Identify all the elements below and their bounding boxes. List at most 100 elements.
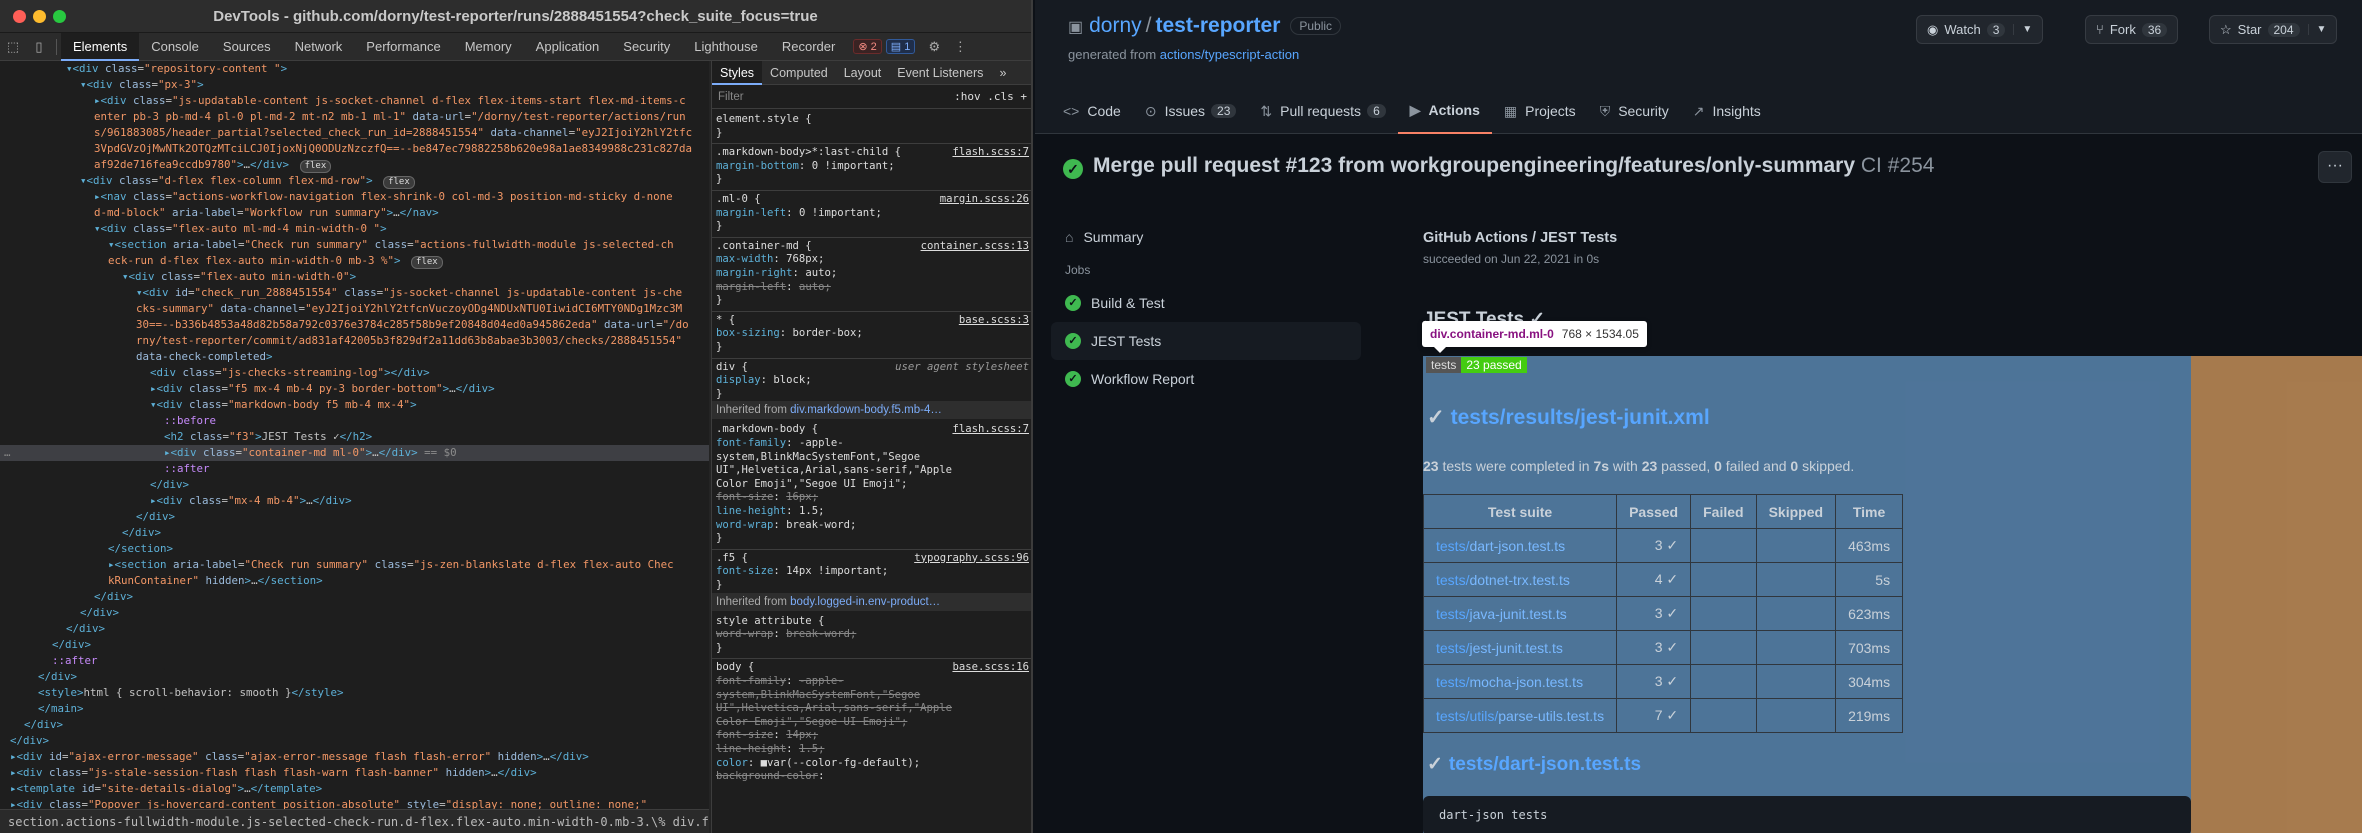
dom-node-line[interactable]: </div> bbox=[0, 669, 709, 685]
style-rule-line[interactable]: line-height: 1.5; bbox=[712, 743, 1031, 757]
style-rule-line[interactable]: max-width: 768px; bbox=[712, 253, 1031, 267]
dom-node-line[interactable]: ▾<div class="d-flex flex-column flex-md-… bbox=[0, 173, 709, 189]
rule-source-link[interactable]: typography.scss:96 bbox=[914, 552, 1029, 566]
dom-node-line[interactable]: ▾<div class="markdown-body f5 mb-4 mx-4"… bbox=[0, 397, 709, 413]
styles-subtab-styles[interactable]: Styles bbox=[712, 61, 763, 85]
dom-node-line[interactable]: 30==--b336b4853a48d82b58a792c0376e3784c2… bbox=[0, 317, 709, 333]
dom-breadcrumbs[interactable]: section.actions-fullwidth-module.js-sele… bbox=[0, 809, 709, 833]
dom-node-line[interactable]: ▾<div class="px-3"> bbox=[0, 77, 709, 93]
suite-link[interactable]: tests/jest-junit.test.ts bbox=[1436, 640, 1563, 656]
style-rule-line[interactable]: font-size: 16px; bbox=[712, 491, 1031, 505]
styles-subtab-layout[interactable]: Layout bbox=[836, 61, 890, 85]
devtools-tab-elements[interactable]: Elements bbox=[61, 32, 140, 61]
style-rule-line[interactable]: margin-bottom: 0 !important; bbox=[712, 160, 1031, 174]
style-rule-line[interactable]: element.style { bbox=[712, 113, 1031, 127]
style-rule-line[interactable]: .f5 {typography.scss:96 bbox=[712, 552, 1031, 566]
style-rule-line[interactable]: UI",Helvetica,Arial,sans-serif,"Apple bbox=[712, 464, 1031, 478]
style-rule-line[interactable]: color: ■var(--color-fg-default); bbox=[712, 757, 1031, 771]
rule-source-link[interactable]: base.scss:16 bbox=[952, 661, 1029, 675]
repo-owner-link[interactable]: dorny bbox=[1089, 14, 1142, 37]
dom-node-line[interactable]: ▸<div class="mx-4 mb-4">…</div> bbox=[0, 493, 709, 509]
tab-insights[interactable]: ↗ Insights bbox=[1681, 88, 1773, 134]
style-rule-line[interactable]: } bbox=[712, 388, 1031, 402]
style-rule-line[interactable]: font-family: -apple- bbox=[712, 675, 1031, 689]
error-count-badge[interactable]: ⊗ 2 bbox=[853, 39, 882, 54]
suite-file-link[interactable]: tests/dart-json.test.ts bbox=[1449, 754, 1641, 775]
inspect-element-icon[interactable]: ⬚ bbox=[0, 33, 26, 61]
report-file-link[interactable]: tests/results/jest-junit.xml bbox=[1451, 406, 1710, 429]
dom-node-line[interactable]: ▾<div id="check_run_2888451554" class="j… bbox=[0, 285, 709, 301]
dom-node-line[interactable]: <style>html { scroll-behavior: smooth }<… bbox=[0, 685, 709, 701]
dom-node-line[interactable]: ▸<div class="js-updatable-content js-soc… bbox=[0, 93, 709, 109]
style-rule-line[interactable]: div {user agent stylesheet bbox=[712, 361, 1031, 375]
dom-node-line[interactable]: </div> bbox=[0, 605, 709, 621]
dom-node-line[interactable]: ▸<template id="site-details-dialog">…</t… bbox=[0, 781, 709, 797]
repo-name-link[interactable]: test-reporter bbox=[1156, 14, 1281, 37]
style-rule-line[interactable]: margin-right: auto; bbox=[712, 267, 1031, 281]
dom-node-line[interactable]: rny/test-reporter/commit/ad831af42005b3f… bbox=[0, 333, 709, 349]
dom-node-line[interactable]: </div> bbox=[0, 717, 709, 733]
dom-node-line[interactable]: ▸<div class="f5 mx-4 mb-4 py-3 border-bo… bbox=[0, 381, 709, 397]
dom-node-line[interactable]: </div> bbox=[0, 621, 709, 637]
style-rule-line[interactable]: font-family: -apple- bbox=[712, 437, 1031, 451]
template-repo-link[interactable]: actions/typescript-action bbox=[1160, 47, 1299, 62]
style-rule-line[interactable]: Color Emoji","Segoe UI Emoji"; bbox=[712, 478, 1031, 492]
dom-node-line[interactable]: kRunContainer" hidden>…</section> bbox=[0, 573, 709, 589]
fork-button[interactable]: ⑂ Fork 36 bbox=[2085, 15, 2179, 44]
styles-subtab-computed[interactable]: Computed bbox=[762, 61, 836, 85]
dom-node-line[interactable]: ▾<div class="repository-content "> bbox=[0, 61, 709, 77]
dom-node-line[interactable]: </div> bbox=[0, 509, 709, 525]
dom-node-line[interactable]: enter pb-3 pb-md-4 pl-0 pl-md-2 mt-n2 mb… bbox=[0, 109, 709, 125]
devtools-tab-application[interactable]: Application bbox=[524, 33, 612, 61]
styles-subtab--[interactable]: » bbox=[991, 61, 1014, 85]
tab-code[interactable]: <> Code bbox=[1051, 88, 1133, 134]
style-rule-line[interactable]: margin-left: 0 !important; bbox=[712, 207, 1031, 221]
dom-node-line[interactable]: ▸<div class="Popover js-hovercard-conten… bbox=[0, 797, 709, 809]
style-rule-line[interactable]: style attribute { bbox=[712, 615, 1031, 629]
tab-pull-requests[interactable]: ⇅ Pull requests 6 bbox=[1248, 88, 1397, 134]
devtools-tab-console[interactable]: Console bbox=[139, 33, 211, 61]
devtools-tab-security[interactable]: Security bbox=[611, 33, 682, 61]
device-toolbar-icon[interactable]: ▯ bbox=[26, 33, 52, 61]
style-rule-line[interactable]: .container-md {container.scss:13 bbox=[712, 240, 1031, 254]
rule-source-link[interactable]: container.scss:13 bbox=[921, 240, 1029, 254]
style-rule-line[interactable]: font-size: 14px !important; bbox=[712, 565, 1031, 579]
dom-node-line[interactable]: eck-run d-flex flex-auto min-width-0 mb-… bbox=[0, 253, 709, 269]
style-rule-line[interactable]: Color Emoji","Segoe UI Emoji"; bbox=[712, 716, 1031, 730]
tab-issues[interactable]: ⊙ Issues 23 bbox=[1133, 88, 1249, 134]
style-rule-line[interactable]: } bbox=[712, 642, 1031, 656]
style-rule-line[interactable]: line-height: 1.5; bbox=[712, 505, 1031, 519]
tab-projects[interactable]: ▦ Projects bbox=[1492, 88, 1588, 134]
inherited-selector-link[interactable]: div.markdown-body.f5.mb-4… bbox=[790, 404, 942, 416]
dom-node-line[interactable]: af92de716fea9ccdb9780">…</div> flex bbox=[0, 157, 709, 173]
dom-node-line[interactable]: </main> bbox=[0, 701, 709, 717]
dom-node-line[interactable]: cks-summary" data-channel="eyJ2IjoiY2hlY… bbox=[0, 301, 709, 317]
sidebar-item-summary[interactable]: ⌂ Summary bbox=[1051, 218, 1361, 256]
rule-source-link[interactable]: flash.scss:7 bbox=[952, 423, 1029, 437]
watch-button[interactable]: ◉ Watch 3 ▼ bbox=[1916, 15, 2044, 44]
dom-node-line[interactable]: ::after bbox=[0, 461, 709, 477]
style-rule-line[interactable]: box-sizing: border-box; bbox=[712, 327, 1031, 341]
dom-node-line[interactable]: data-check-completed> bbox=[0, 349, 709, 365]
style-rule-line[interactable]: } bbox=[712, 532, 1031, 546]
dom-node-selected[interactable]: … ▸<div class="container-md ml-0">…</div>… bbox=[0, 445, 709, 461]
styles-filter-actions[interactable]: :hov .cls + bbox=[954, 90, 1027, 103]
settings-gear-icon[interactable]: ⚙ bbox=[921, 33, 947, 61]
style-rule-line[interactable]: .ml-0 {margin.scss:26 bbox=[712, 193, 1031, 207]
style-rule-line[interactable]: .markdown-body {flash.scss:7 bbox=[712, 423, 1031, 437]
styles-subtab-event-listeners[interactable]: Event Listeners bbox=[889, 61, 991, 85]
style-rule-line[interactable]: } bbox=[712, 579, 1031, 593]
style-rule-line[interactable]: body {base.scss:16 bbox=[712, 661, 1031, 675]
more-options-icon[interactable]: ⋮ bbox=[947, 33, 973, 61]
style-rule-line[interactable]: word-wrap: break-word; bbox=[712, 628, 1031, 642]
dom-node-line[interactable]: ▾<div class="flex-auto min-width-0"> bbox=[0, 269, 709, 285]
dom-node-line[interactable]: ::before bbox=[0, 413, 709, 429]
dom-node-line[interactable]: </div> bbox=[0, 525, 709, 541]
sidebar-job-jest-tests[interactable]: ✓ JEST Tests bbox=[1051, 322, 1361, 360]
tab-security[interactable]: ⛨ Security bbox=[1588, 88, 1681, 134]
inherited-selector-link[interactable]: body.logged-in.env-product… bbox=[790, 596, 940, 608]
tab-actions[interactable]: ▶ Actions bbox=[1397, 88, 1492, 134]
style-rule-line[interactable]: } bbox=[712, 294, 1031, 308]
style-rule-line[interactable]: system,BlinkMacSystemFont,"Segoe bbox=[712, 689, 1031, 703]
dom-node-line[interactable]: <h2 class="f3">JEST Tests ✓</h2> bbox=[0, 429, 709, 445]
